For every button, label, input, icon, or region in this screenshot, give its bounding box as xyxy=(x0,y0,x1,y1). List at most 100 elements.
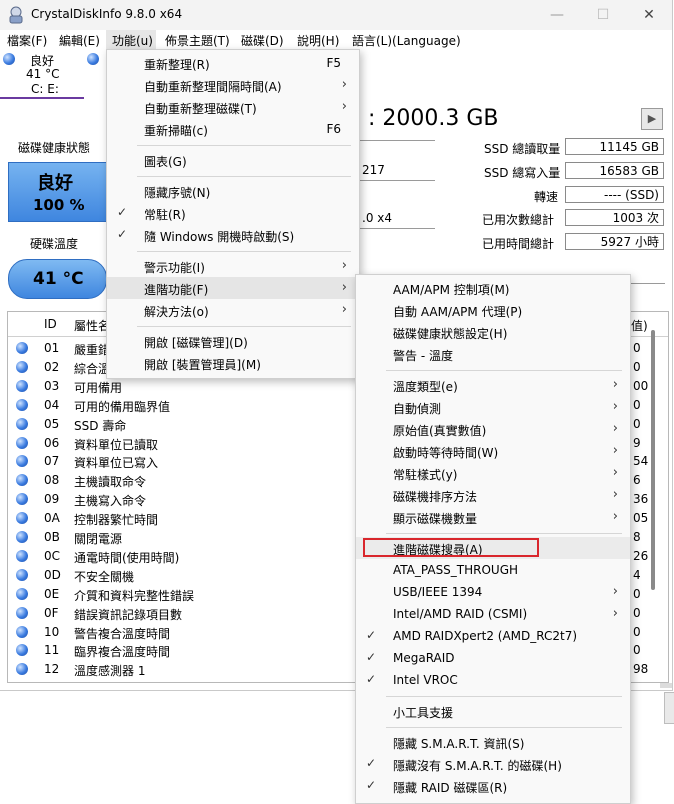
chevron-right-icon: › xyxy=(341,280,347,295)
menu-item[interactable]: 進階磁碟搜尋(A) xyxy=(356,537,630,559)
menu-item[interactable]: 磁碟機排序方法 › xyxy=(356,484,630,506)
row-status-icon xyxy=(16,625,28,638)
menu-item[interactable]: 顯示磁碟機數量 › xyxy=(356,506,630,528)
menu-item-label: 隱藏沒有 S.M.A.R.T. 的磁碟(H) xyxy=(393,759,562,773)
menu-help[interactable]: 說明(H) xyxy=(297,32,339,49)
menu-item[interactable]: 磁碟健康狀態設定(H) xyxy=(356,321,630,343)
row-status-icon xyxy=(16,379,28,392)
disk-status-icon xyxy=(3,53,15,65)
stat-value-write: 16583 GB xyxy=(565,162,664,179)
menu-language[interactable]: 語言(L)(Language) xyxy=(352,32,461,49)
row-attribute-name: SSD 壽命 xyxy=(74,418,127,433)
menu-item-label: 溫度類型(e) xyxy=(393,380,458,394)
disk-status-icon-2[interactable] xyxy=(87,53,99,65)
menu-item[interactable]: 重新整理(R) F5 xyxy=(107,52,359,74)
menu-item-label: 隱藏 RAID 磁碟區(R) xyxy=(393,781,508,795)
menu-item[interactable]: ✓ MegaRAID xyxy=(356,647,630,669)
menu-item[interactable]: 圖表(G) xyxy=(107,149,359,171)
row-id: 08 xyxy=(44,473,60,488)
menu-item[interactable]: 自動 AAM/APM 代理(P) xyxy=(356,299,630,321)
next-disk-button[interactable]: ▶ xyxy=(641,108,663,130)
check-icon: ✓ xyxy=(117,227,128,241)
menu-item[interactable]: ✓ 隱藏 RAID 磁碟區(R) xyxy=(356,775,630,797)
menu-function[interactable]: 功能(u) xyxy=(112,32,153,49)
stat-value-rpm: ---- (SSD) xyxy=(565,186,664,203)
row-raw-value: 4 xyxy=(633,567,641,582)
col-header-id[interactable]: ID xyxy=(44,317,57,331)
menu-bar: 檔案(F) 編輯(E) 功能(u) 佈景主題(T) 磁碟(D) 說明(H) 語言… xyxy=(0,30,672,50)
menu-item[interactable]: 進階功能(F) › xyxy=(107,277,359,299)
menu-item[interactable]: 小工具支援 xyxy=(356,700,630,722)
menu-item-shortcut: F6 xyxy=(326,122,341,136)
menu-item[interactable]: AAM/APM 控制項(M) xyxy=(356,277,630,299)
menu-item[interactable]: 自動重新整理磁碟(T) › xyxy=(107,96,359,118)
menu-item[interactable]: 開啟 [裝置管理員](M) xyxy=(107,352,359,374)
menu-item[interactable]: 隱藏 S.M.A.R.T. 資訊(S) xyxy=(356,731,630,753)
menu-item-label: 圖表(G) xyxy=(144,155,187,169)
menu-item[interactable]: 警示功能(I) › xyxy=(107,255,359,277)
menu-item[interactable]: 自動重新整理間隔時間(A) › xyxy=(107,74,359,96)
temperature-value: 41 °C xyxy=(33,269,84,289)
menu-edit[interactable]: 編輯(E) xyxy=(59,32,100,49)
menu-item[interactable]: 開啟 [磁碟管理](D) xyxy=(107,330,359,352)
col-header-name[interactable]: 屬性名 xyxy=(74,317,110,334)
menu-item[interactable]: 常駐樣式(y) › xyxy=(356,462,630,484)
menu-item[interactable]: 隱藏序號(N) xyxy=(107,180,359,202)
row-status-icon xyxy=(16,342,28,354)
check-icon: ✓ xyxy=(366,778,377,792)
menu-item[interactable]: 自動偵測 › xyxy=(356,396,630,418)
menu-item[interactable]: 溫度類型(e) › xyxy=(356,374,630,396)
menu-item-label: 原始值(真實數值) xyxy=(393,424,487,438)
menu-item-label: Intel/AMD RAID (CSMI) xyxy=(393,607,528,621)
close-button[interactable]: ✕ xyxy=(626,0,672,30)
menu-disk[interactable]: 磁碟(D) xyxy=(241,32,284,49)
row-raw-value: 0 xyxy=(633,605,641,620)
menu-item[interactable]: 警告 - 溫度 xyxy=(356,343,630,365)
menu-item[interactable]: ✓ 常駐(R) xyxy=(107,202,359,224)
disk-tab-selected[interactable]: 良好 41 °C C: E: xyxy=(0,50,84,99)
menu-item[interactable]: 原始值(真實數值) › xyxy=(356,418,630,440)
maximize-button[interactable]: ☐ xyxy=(580,0,626,30)
check-icon: ✓ xyxy=(366,628,377,642)
row-id: 06 xyxy=(44,435,60,450)
background-window-edge xyxy=(664,692,674,724)
menu-item[interactable]: Intel/AMD RAID (CSMI) › xyxy=(356,603,630,625)
title-bar[interactable]: CrystalDiskInfo 9.8.0 x64 — ☐ ✕ xyxy=(0,0,672,30)
row-attribute-name: 溫度感測器 1 xyxy=(74,664,146,679)
menu-item[interactable]: 解決方法(o) › xyxy=(107,299,359,321)
row-raw-value: 8 xyxy=(633,530,641,544)
menu-item[interactable]: ✓ Intel VROC xyxy=(356,669,630,691)
row-id: 05 xyxy=(44,416,60,431)
row-raw-value: 0 xyxy=(633,586,641,601)
menu-item-label: 進階功能(F) xyxy=(144,283,209,297)
menu-item-label: 開啟 [磁碟管理](D) xyxy=(144,336,248,350)
health-status-text: 良好 xyxy=(37,173,73,194)
menu-separator xyxy=(137,325,351,327)
menu-item[interactable]: ✓ AMD RAIDXpert2 (AMD_RC2t7) xyxy=(356,625,630,647)
row-attribute-name: 主機寫入命令 xyxy=(74,494,147,509)
menu-item[interactable]: ✓ 隨 Windows 開機時啟動(S) xyxy=(107,224,359,246)
menu-item[interactable]: ATA_PASS_THROUGH xyxy=(356,559,630,581)
col-header-raw[interactable]: 值) xyxy=(631,317,648,334)
minimize-button[interactable]: — xyxy=(534,0,580,30)
menu-item[interactable]: USB/IEEE 1394 › xyxy=(356,581,630,603)
menu-item-label: 重新掃瞄(c) xyxy=(144,124,208,138)
row-attribute-name: 綜合溫 xyxy=(74,361,111,376)
menu-separator xyxy=(386,726,622,728)
menu-file[interactable]: 檔案(F) xyxy=(7,32,47,49)
stat-label-hours: 已用時間總計 xyxy=(482,237,555,251)
menu-item-label: USB/IEEE 1394 xyxy=(393,585,483,599)
menu-item-label: MegaRAID xyxy=(393,651,455,665)
chevron-right-icon: › xyxy=(341,258,347,273)
menu-item[interactable]: 啟動時等待時間(W) › xyxy=(356,440,630,462)
menu-item[interactable]: 重新掃瞄(c) F6 xyxy=(107,118,359,140)
row-status-icon xyxy=(16,531,28,543)
stat-label-rpm: 轉速 xyxy=(534,190,559,204)
row-id: 0D xyxy=(44,567,61,582)
menu-item[interactable]: ✓ 隱藏沒有 S.M.A.R.T. 的磁碟(H) xyxy=(356,753,630,775)
check-icon: ✓ xyxy=(366,756,377,770)
menu-theme[interactable]: 佈景主題(T) xyxy=(165,32,230,49)
size-grip[interactable] xyxy=(660,683,672,688)
health-status-box[interactable]: 良好 100 % xyxy=(8,162,107,222)
row-attribute-name: 通電時間(使用時間) xyxy=(74,550,180,565)
